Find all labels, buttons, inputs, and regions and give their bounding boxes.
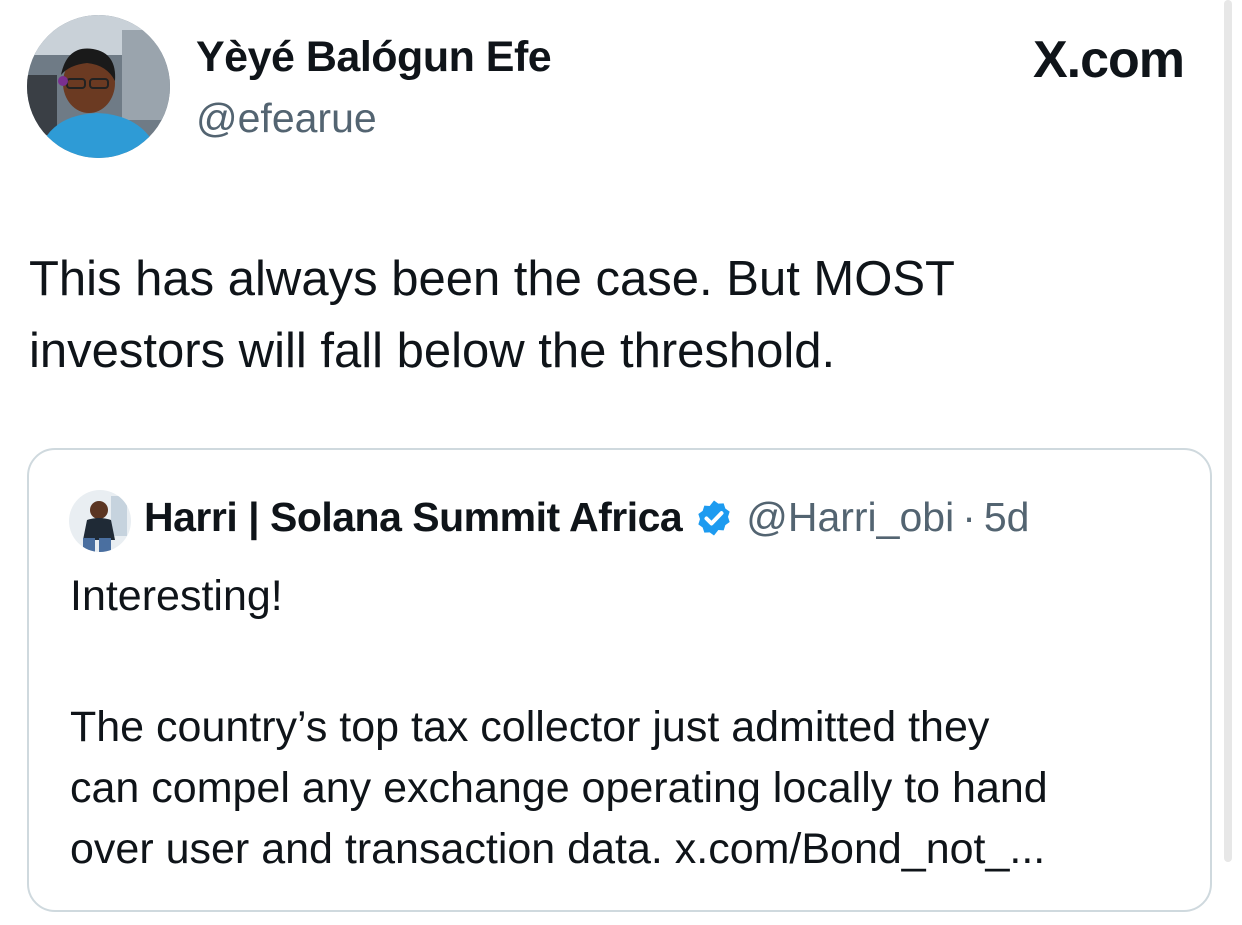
scrollbar[interactable] bbox=[1224, 0, 1232, 862]
separator-dot: · bbox=[962, 494, 976, 540]
tweet-text-line: investors will fall below the threshold. bbox=[29, 324, 836, 378]
x-logo: X.com bbox=[1032, 30, 1185, 90]
author-display-name[interactable]: Yèyé Balógun Efe bbox=[196, 33, 552, 82]
quoted-author-name[interactable]: Harri | Solana Summit Africa bbox=[144, 494, 683, 541]
quoted-tweet-card[interactable]: Harri | Solana Summit Africa @Harri_obi … bbox=[27, 448, 1212, 912]
quoted-tweet-text-line: The country’s top tax collector just adm… bbox=[70, 703, 990, 751]
quoted-author-handle[interactable]: @Harri_obi bbox=[746, 494, 954, 541]
tweet-text-line: This has always been the case. But MOST bbox=[29, 252, 955, 306]
author-avatar[interactable] bbox=[27, 15, 170, 158]
author-handle[interactable]: @efearue bbox=[196, 95, 377, 142]
quoted-tweet-time[interactable]: 5d bbox=[984, 494, 1030, 541]
quoted-tweet-text-line: over user and transaction data. x.com/Bo… bbox=[70, 825, 1046, 873]
quoted-tweet-text-line: can compel any exchange operating locall… bbox=[70, 764, 1048, 812]
x-logo-icon: X.com bbox=[1032, 31, 1185, 89]
quoted-author-avatar[interactable] bbox=[69, 490, 131, 552]
quoted-tweet-header: Harri | Solana Summit Africa @Harri_obi … bbox=[144, 494, 1029, 541]
quoted-tweet-text-intro: Interesting! bbox=[70, 572, 283, 620]
verified-badge-icon bbox=[698, 500, 730, 535]
quoted-tweet-text: The country’s top tax collector just adm… bbox=[70, 697, 1180, 880]
tweet-text: This has always been the case. But MOST … bbox=[29, 243, 1179, 387]
